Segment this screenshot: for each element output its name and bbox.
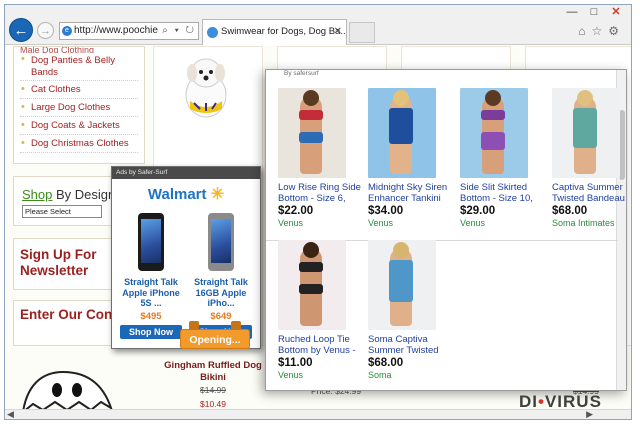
swimwear-photo-icon [278, 88, 346, 178]
ad-by-label: By safersurf [284, 70, 319, 77]
new-tab-button[interactable] [349, 22, 375, 43]
product-name[interactable]: Gingham Ruffled Dog Bikini [153, 360, 273, 384]
toolbar-icons[interactable]: ⌂☆⚙ [578, 24, 625, 38]
category-item[interactable]: Cat Clothes [20, 81, 138, 99]
swimwear-item[interactable]: Midnight Sky Siren Enhancer Tankini $34.… [368, 88, 454, 228]
swimwear-name[interactable]: Side Slit Skirted Bottom - Size 10, [460, 182, 546, 204]
swimwear-brand[interactable]: Soma Intimates [552, 218, 626, 228]
swimwear-price: $68.00 [552, 205, 588, 217]
browser-chrome: ← → e http://www.poochiehea ⌕ ▾ ↻ Swimwe… [5, 5, 631, 45]
category-item[interactable]: Dog Panties & Belly Bands [20, 53, 138, 81]
swimwear-photo-icon [368, 88, 436, 178]
swimwear-brand[interactable]: Venus [460, 218, 546, 228]
page-icon: e [62, 26, 72, 36]
swimwear-name[interactable]: Midnight Sky Siren Enhancer Tankini [368, 182, 454, 204]
swimwear-name[interactable]: Captiva Summer Twisted Bandeau [552, 182, 626, 204]
category-list: Male Dog Clothing Dog Panties & Belly Ba… [13, 46, 145, 164]
swimwear-price: $29.00 [460, 205, 496, 217]
shop-word[interactable]: Shop [22, 187, 52, 202]
address-tools-icon[interactable]: ⌕ ▾ ↻ [162, 23, 196, 39]
swimwear-ad-popup: By safersurf Low Rise Ring Side Bottom -… [265, 69, 627, 391]
swimwear-brand[interactable]: Venus [278, 218, 364, 228]
opening-indicator[interactable]: Opening... [180, 321, 250, 349]
ad-product-price: $495 [140, 310, 162, 322]
walmart-logo: Walmart ✳ [112, 184, 260, 204]
tab-swimwear[interactable]: Swimwear for Dogs, Dog Ba... ✕ [202, 19, 347, 45]
swimwear-name[interactable]: Soma Captiva Summer Twisted [368, 334, 454, 356]
swimwear-item[interactable]: Low Rise Ring Side Bottom - Size 6, $22.… [278, 88, 364, 228]
ad-product-price: $649 [210, 310, 232, 322]
tab-close-icon[interactable]: ✕ [334, 20, 342, 44]
swimwear-item[interactable]: Side Slit Skirted Bottom - Size 10, $29.… [460, 88, 546, 228]
window-controls: — □ ✕ [561, 5, 627, 19]
swimwear-price: $22.00 [278, 205, 314, 217]
watermark-part: DI [519, 392, 538, 411]
swimwear-price: $11.00 [278, 357, 313, 369]
tab-title: Swimwear for Dogs, Dog Ba... [221, 26, 347, 37]
dog-photo-icon [185, 58, 227, 118]
swimwear-price: $34.00 [368, 205, 404, 217]
swimwear-photo-icon [368, 240, 436, 330]
close-window-button[interactable]: ✕ [605, 5, 627, 19]
category-item[interactable]: Dog Christmas Clothes [20, 135, 138, 153]
swimwear-item[interactable]: Ruched Loop Tie Bottom by Venus - $11.00… [278, 240, 364, 380]
swimwear-brand[interactable]: Venus [368, 218, 454, 228]
scroll-left-icon[interactable]: ◀ [7, 409, 14, 419]
category-item[interactable]: Large Dog Clothes [20, 99, 138, 117]
swimwear-brand[interactable]: Venus [278, 370, 364, 380]
swimwear-name[interactable]: Ruched Loop Tie Bottom by Venus - [278, 334, 364, 356]
ad-product-name[interactable]: Straight Talk 16GB Apple iPho... [188, 277, 254, 309]
swimwear-name[interactable]: Low Rise Ring Side Bottom - Size 6, [278, 182, 364, 204]
shop-now-button[interactable]: Shop Now [120, 324, 182, 339]
browser-window: ← → e http://www.poochiehea ⌕ ▾ ↻ Swimwe… [4, 4, 632, 420]
back-button[interactable]: ← [9, 18, 33, 42]
walmart-spark-icon: ✳ [210, 186, 225, 203]
maximize-button[interactable]: □ [583, 5, 605, 19]
ad-product[interactable]: Straight Talk Apple iPhone 5S ... $495 S… [118, 209, 184, 345]
watermark-logo: DI•VIRUS [519, 392, 602, 412]
design-select[interactable]: Please Select [22, 205, 102, 218]
category-item[interactable]: Dog Coats & Jackets [20, 117, 138, 135]
swimwear-photo-icon [278, 240, 346, 330]
forward-button[interactable]: → [37, 22, 54, 39]
watermark-dot: • [538, 392, 545, 411]
ad-header: Ads by Safer-Surf [112, 167, 260, 179]
swimwear-photo-icon [460, 88, 528, 178]
swimwear-item[interactable]: Soma Captiva Summer Twisted $68.00 Soma [368, 240, 454, 380]
sale-price: $10.49 [200, 399, 226, 409]
swimwear-brand[interactable]: Soma [368, 370, 454, 380]
ad-product-name[interactable]: Straight Talk Apple iPhone 5S ... [118, 277, 184, 309]
phone-image-icon [208, 213, 234, 271]
swimwear-price: $68.00 [368, 357, 404, 369]
watermark-part: VIRUS [544, 392, 602, 411]
walmart-logo-text: Walmart [147, 186, 207, 203]
ghost-icon [22, 370, 113, 409]
minimize-button[interactable]: — [561, 5, 583, 19]
old-price: $14.99 [200, 385, 226, 395]
swimwear-photo-icon [552, 88, 620, 178]
swimwear-item[interactable]: Captiva Summer Twisted Bandeau $68.00 So… [552, 88, 626, 228]
tab-favicon-icon [207, 27, 218, 38]
shop-rest: By Design [52, 187, 116, 202]
address-bar[interactable]: e http://www.poochiehea ⌕ ▾ ↻ [59, 22, 199, 40]
address-url: http://www.poochiehea [74, 25, 158, 36]
phone-image-icon [138, 213, 164, 271]
